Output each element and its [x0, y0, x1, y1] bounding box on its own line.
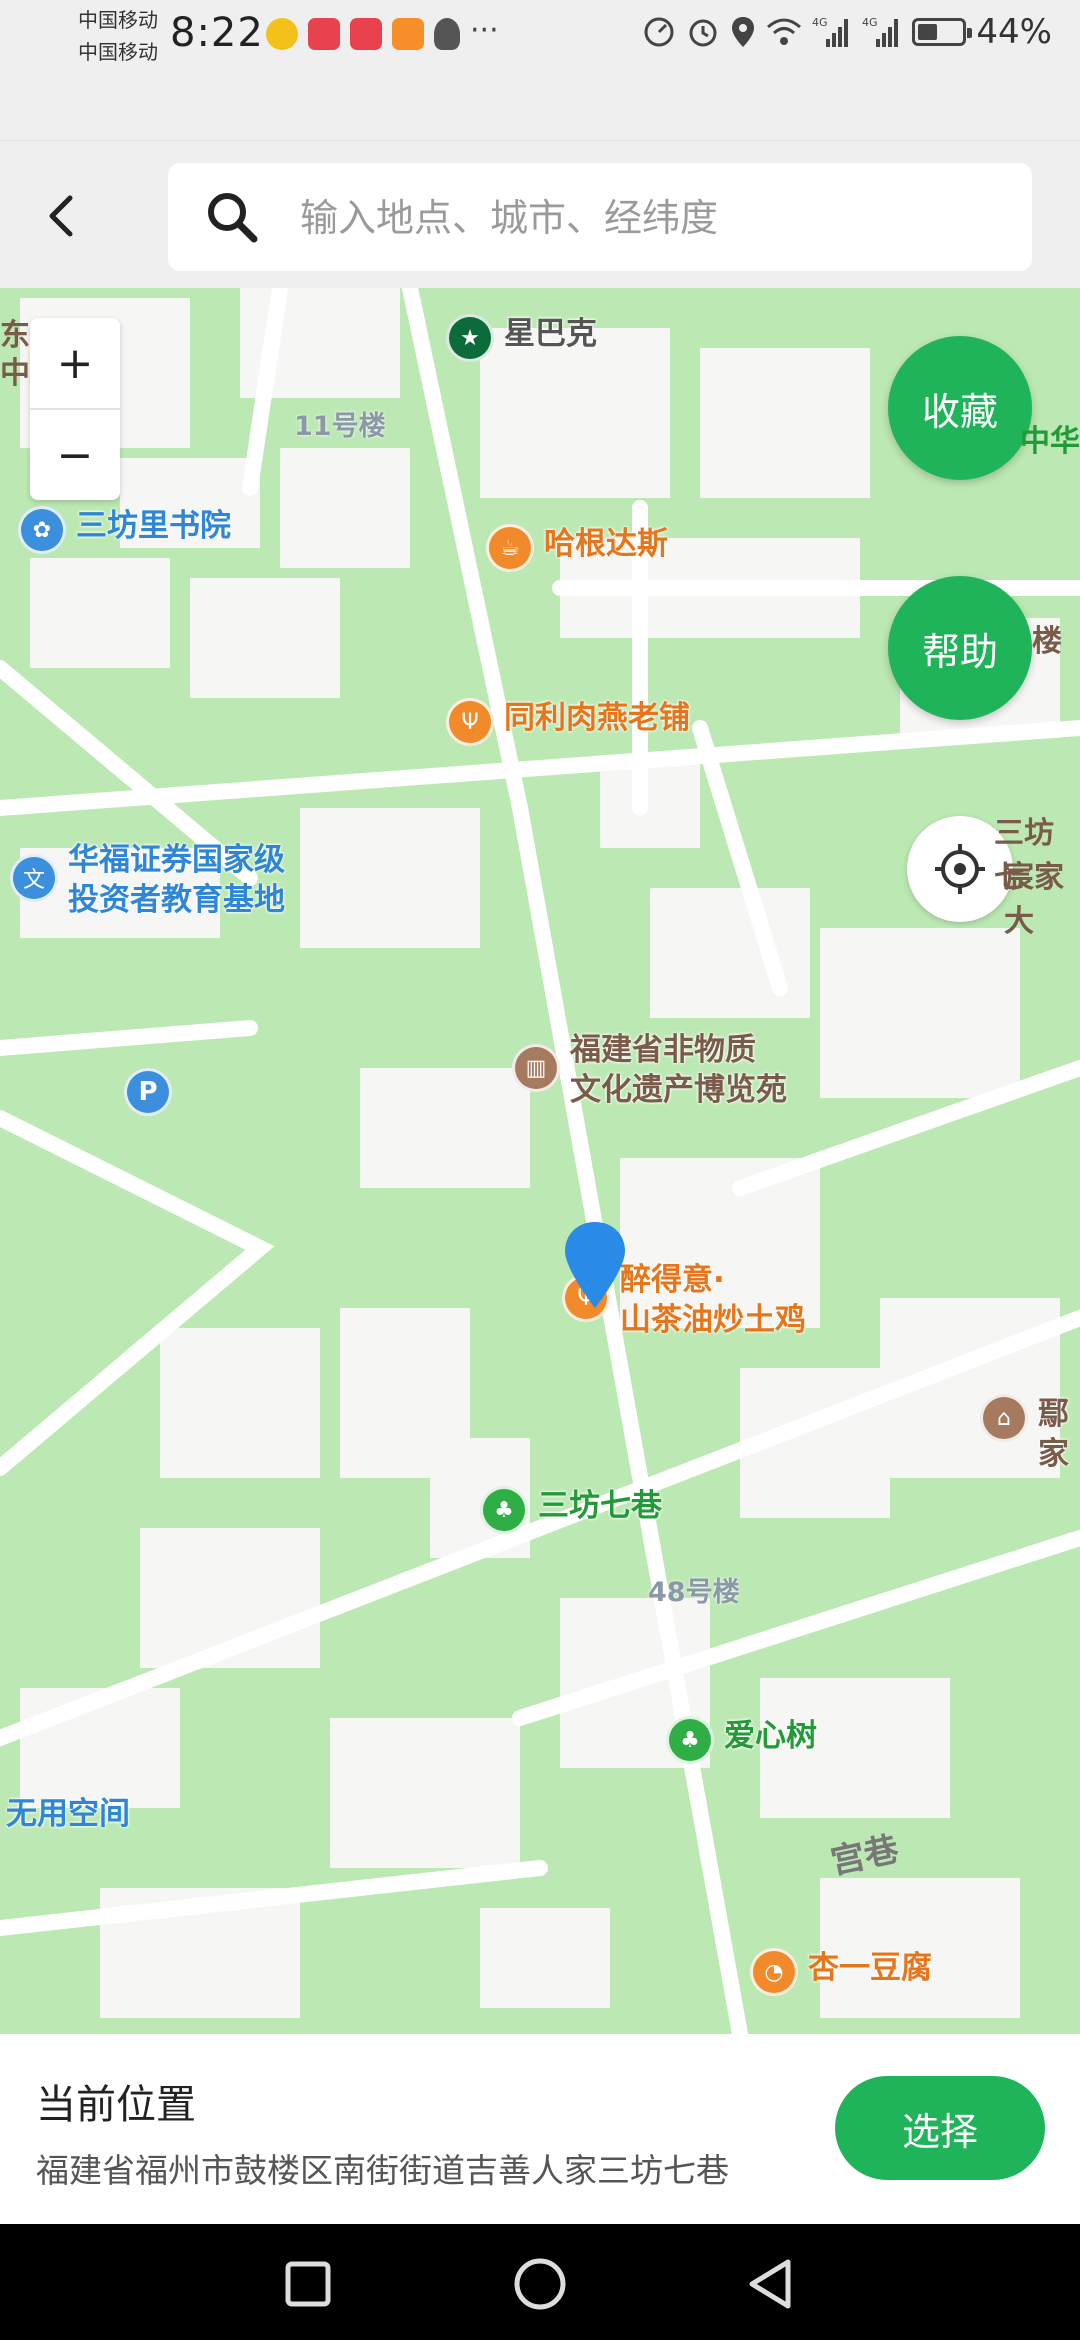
signal-icon: 4G	[812, 16, 849, 47]
coffee-icon: ☕	[486, 524, 534, 572]
svg-text:4G: 4G	[812, 16, 828, 29]
system-nav-bar	[0, 2224, 1080, 2340]
location-icon	[732, 17, 755, 47]
poi-starbucks[interactable]: ★ 星巴克	[446, 314, 597, 362]
recent-apps-icon[interactable]	[278, 2254, 338, 2314]
search-input[interactable]	[298, 163, 1002, 273]
search-box[interactable]	[168, 163, 1032, 273]
home-icon[interactable]	[510, 2254, 570, 2314]
favorite-button[interactable]: 收藏	[888, 336, 1032, 480]
alarm-icon	[689, 19, 717, 47]
building-label: 48号楼	[648, 1577, 740, 1608]
poi-label: 福建省非物质 文化遗产博览苑	[570, 1032, 787, 1108]
poi-sanfangli[interactable]: ✿ 三坊里书院	[18, 506, 231, 554]
poi-edge-east[interactable]: ⌂ 鄢家	[980, 1394, 1080, 1474]
zoom-in-button[interactable]: +	[30, 318, 120, 408]
back-button[interactable]	[34, 189, 88, 243]
search-header	[0, 140, 1080, 289]
poi-label: 哈根达斯	[544, 526, 668, 562]
poi-wuyong[interactable]: 无用空间	[6, 1794, 130, 1834]
poi-label: 三坊七巷	[538, 1488, 662, 1524]
speed-icon	[644, 17, 674, 47]
edge-label: 中华	[1020, 424, 1080, 459]
wifi-icon	[767, 18, 802, 45]
crosshair-icon	[935, 844, 985, 894]
poi-heritage[interactable]: ▥ 福建省非物质 文化遗产博览苑	[512, 1030, 787, 1110]
edge-label: 宸家大	[1004, 860, 1064, 939]
map-view[interactable]: + − 收藏 帮助 ★ 星巴克 ✿ 三坊里书院 ☕ 哈根达斯 Ψ 同利肉燕老铺 …	[0, 288, 1080, 2034]
poi-sanfangqixiang[interactable]: ♣ 三坊七巷	[480, 1486, 662, 1534]
video-icon	[392, 18, 424, 50]
location-marker-icon	[565, 1222, 625, 1308]
app-icon	[266, 18, 298, 50]
battery-icon	[912, 18, 973, 46]
poi-label: 星巴克	[504, 316, 597, 352]
poi-huafu[interactable]: 文 华福证券国家级 投资者教育基地	[10, 840, 285, 920]
signal-icon: 4G	[862, 16, 899, 47]
system-icons: 4G 4G 44%	[642, 12, 1052, 52]
current-address: 福建省福州市鼓楼区南街街道吉善人家三坊七巷	[36, 2151, 729, 2190]
current-location-title: 当前位置	[36, 2082, 196, 2128]
edge-label: 中	[0, 356, 30, 391]
help-button[interactable]: 帮助	[888, 576, 1032, 720]
svg-text:4G: 4G	[862, 16, 878, 29]
poi-label: 三坊里书院	[76, 508, 231, 544]
status-bar: 中国移动 中国移动 8:22 ··· 4G 4G 44%	[0, 0, 1080, 140]
tree-icon: ♣	[480, 1486, 528, 1534]
qq-icon	[434, 18, 460, 50]
select-button[interactable]: 选择	[835, 2076, 1045, 2180]
poi-label: 杏一豆腐	[808, 1950, 932, 1986]
status-time: 8:22	[170, 10, 264, 56]
building-label: 11号楼	[294, 411, 386, 442]
back-icon[interactable]	[740, 2254, 800, 2314]
parking-icon: P	[124, 1068, 172, 1116]
huawei-icon	[308, 18, 340, 50]
poi-label: 爱心树	[724, 1718, 817, 1754]
poi-parking[interactable]: P	[124, 1068, 172, 1116]
search-icon	[208, 193, 258, 243]
poi-aixinshu[interactable]: ♣ 爱心树	[666, 1716, 817, 1764]
poi-label: 鄢家	[1038, 1396, 1069, 1472]
starbucks-icon: ★	[446, 314, 494, 362]
poi-label: 华福证券国家级 投资者教育基地	[68, 842, 285, 918]
poi-tongli[interactable]: Ψ 同利肉燕老铺	[446, 698, 690, 746]
carrier-label: 中国移动	[78, 8, 158, 32]
restaurant-icon: Ψ	[446, 698, 494, 746]
carrier-label: 中国移动	[78, 40, 158, 64]
poi-xingyi[interactable]: ◔ 杏一豆腐	[750, 1948, 932, 1996]
edge-label: 楼	[1032, 624, 1062, 659]
battery-percent: 44%	[976, 12, 1052, 52]
zoom-out-button[interactable]: −	[30, 410, 120, 500]
tree-icon: ♣	[666, 1716, 714, 1764]
leaf-icon: ✿	[18, 506, 66, 554]
chevron-left-icon	[49, 195, 73, 237]
gate-icon: ⌂	[980, 1394, 1028, 1442]
notification-icons: ···	[266, 13, 499, 50]
huawei-icon	[350, 18, 382, 50]
museum-icon: ▥	[512, 1044, 560, 1092]
culture-icon: 文	[10, 854, 58, 902]
poi-label: 无用空间	[6, 1796, 130, 1832]
food-icon: ◔	[750, 1948, 798, 1996]
poi-haagen[interactable]: ☕ 哈根达斯	[486, 524, 668, 572]
current-location-panel: 当前位置 福建省福州市鼓楼区南街街道吉善人家三坊七巷 选择	[0, 2034, 1080, 2224]
zoom-control: + −	[30, 318, 120, 500]
more-icon: ···	[470, 13, 499, 48]
poi-label: 醉得意· 山茶油炒土鸡	[620, 1262, 806, 1338]
poi-label: 同利肉燕老铺	[504, 700, 690, 736]
